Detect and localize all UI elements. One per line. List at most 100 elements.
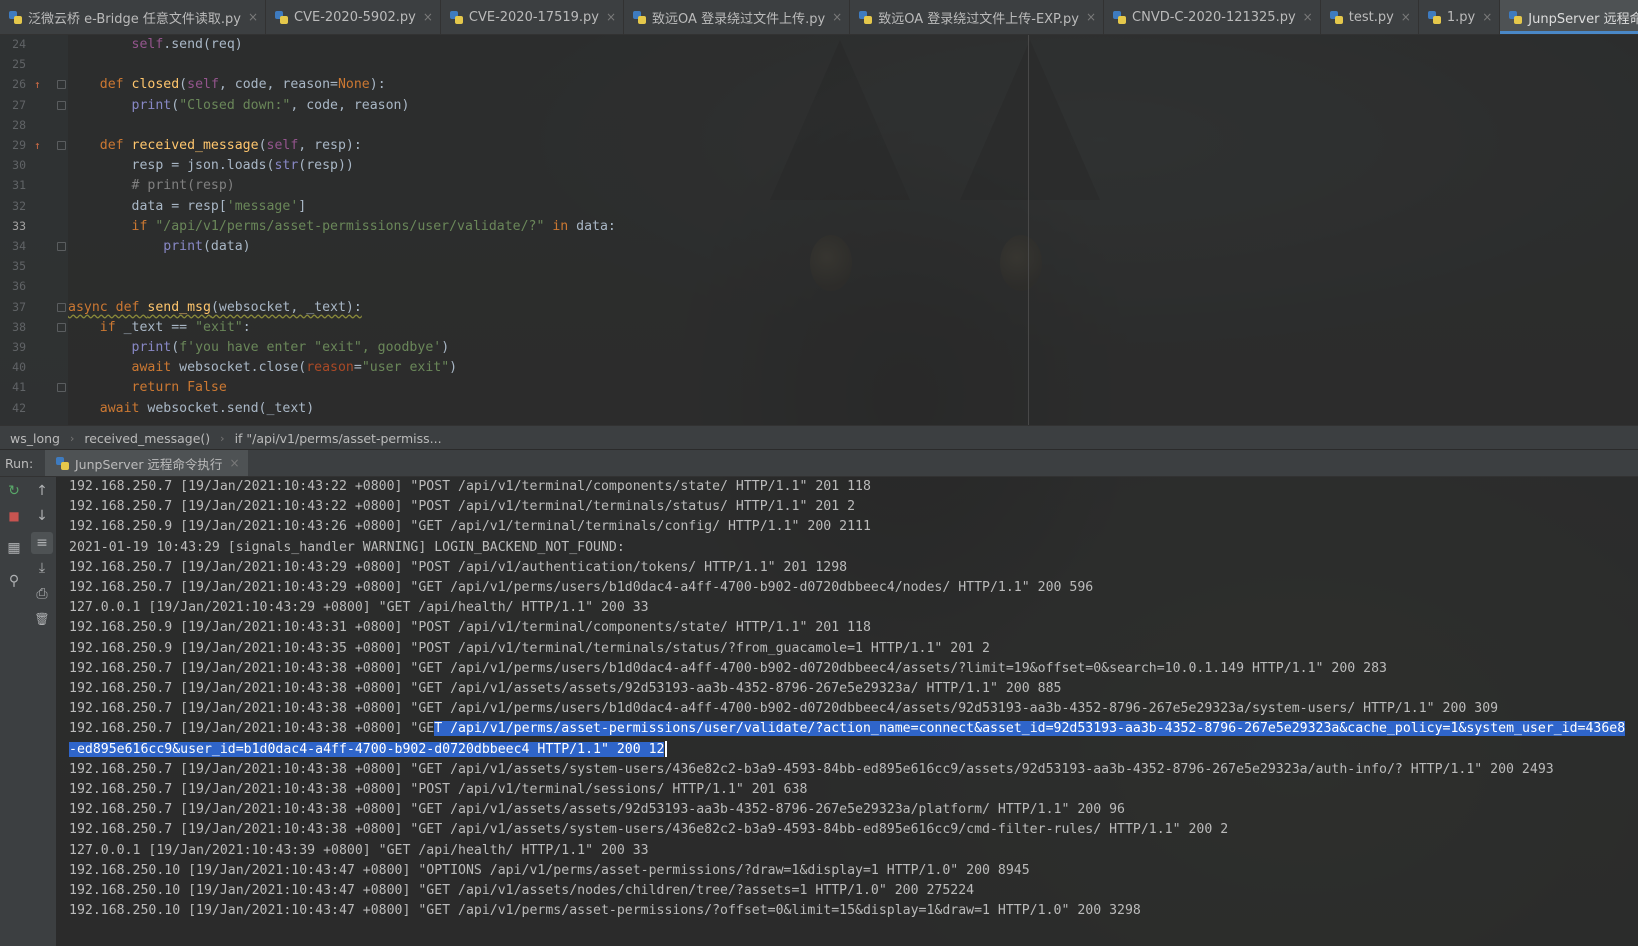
close-icon[interactable]: × xyxy=(832,10,842,24)
editor-tab[interactable]: CVE-2020-5902.py × xyxy=(266,0,441,34)
code-token: _text == xyxy=(123,319,196,335)
console-line: 192.168.250.7 [19/Jan/2021:10:43:29 +080… xyxy=(69,580,1094,595)
console-selection: -ed895e616cc9&user_id=b1d0dac4-a4ff-4700… xyxy=(69,741,665,757)
editor-tab-label: CVE-2020-17519.py xyxy=(468,9,599,25)
override-marker-icon[interactable]: ↑ xyxy=(34,135,44,156)
breadcrumb-item[interactable]: received_message() xyxy=(74,431,210,446)
editor-tab[interactable]: CNVD-C-2020-121325.py × xyxy=(1104,0,1321,34)
breadcrumb-item[interactable]: ws_long xyxy=(0,431,60,446)
line-number: 34 xyxy=(12,239,26,253)
close-icon[interactable]: × xyxy=(1482,10,1492,24)
editor-tab[interactable]: JunpServer 远程命令执行.py× xyxy=(1500,0,1638,34)
code-text: self.send(req) xyxy=(68,34,243,55)
code-line: 30 resp = json.loads(str(resp)) xyxy=(0,155,1600,176)
code-line: 26 ↑ def closed(self, code, reason=None): xyxy=(0,74,1600,95)
code-token: ( xyxy=(171,97,180,113)
code-token: data = resp[ xyxy=(68,198,227,214)
close-icon[interactable]: × xyxy=(229,456,239,470)
line-number: 30 xyxy=(12,158,26,173)
fold-marker-icon[interactable] xyxy=(57,141,66,150)
line-number: 36 xyxy=(12,279,26,294)
scroll-up-icon[interactable]: ↑ xyxy=(31,480,53,502)
code-text: if _text == "exit": xyxy=(68,317,251,338)
breadcrumb-item[interactable]: if "/api/v1/perms/asset-permiss... xyxy=(225,431,442,446)
editor-tab[interactable]: test.py × xyxy=(1321,0,1419,34)
code-token: if xyxy=(99,319,124,335)
trash-icon[interactable]: 🗑 xyxy=(31,608,53,630)
code-token: resp = json.loads( xyxy=(68,158,275,174)
scroll-to-end-icon[interactable]: ⤓ xyxy=(31,557,53,579)
editor-tab[interactable]: 1.py × xyxy=(1419,0,1501,34)
stop-icon[interactable]: ■ xyxy=(3,505,25,527)
code-editor[interactable]: 24 self.send(req) 25 26 ↑ def closed(self, … xyxy=(0,34,1638,425)
line-number: 27 xyxy=(12,97,26,112)
fold-marker-icon[interactable] xyxy=(57,383,66,393)
line-number: 39 xyxy=(12,340,26,354)
run-console[interactable]: ↻ ■ ▦ ⚲ ↑ ↓ ≡ ⤓ ⎙ 🗑 192.168.250.7 [19/Ja… xyxy=(0,475,1638,946)
code-line: 29 ↑ def received_message(self, resp): xyxy=(0,135,1600,156)
code-token: ( xyxy=(258,138,267,153)
breadcrumb: ws_long › received_message() › if "/api/v1/p… xyxy=(0,425,1638,450)
code-token: (data) xyxy=(202,239,251,254)
code-token: return False xyxy=(131,380,227,396)
code-text: if "/api/v1/perms/asset-permissions/user… xyxy=(68,216,616,237)
editor-tab[interactable]: 致远OA 登录绕过文件上传-EXP.py × xyxy=(850,0,1105,34)
console-selection: T /api/v1/perms/asset-permissions/user/v… xyxy=(434,721,1626,737)
close-icon[interactable]: × xyxy=(1086,10,1096,24)
fold-marker-icon[interactable] xyxy=(57,302,66,312)
editor-tab-label: CNVD-C-2020-121325.py xyxy=(1132,9,1296,25)
breadcrumb-separator: › xyxy=(220,431,225,445)
close-icon[interactable]: × xyxy=(1401,10,1411,24)
close-icon[interactable]: × xyxy=(606,10,616,24)
editor-tab[interactable]: 泛微云桥 e-Bridge 任意文件读取.py × xyxy=(0,0,267,34)
code-token: "/api/v1/perms/asset-permissions/user/va… xyxy=(155,218,545,234)
line-number: 25 xyxy=(12,57,26,72)
editor-tab[interactable]: CVE-2020-17519.py × xyxy=(441,0,625,34)
code-text: resp = json.loads(str(resp)) xyxy=(68,155,354,176)
code-token: , code, reason= xyxy=(218,77,338,93)
soft-wrap-icon[interactable]: ≡ xyxy=(31,532,53,554)
fold-marker-icon[interactable] xyxy=(57,242,66,251)
console-line: 127.0.0.1 [19/Jan/2021:10:43:39 +0800] "… xyxy=(69,842,649,858)
console-text: 192.168.250.7 [19/Jan/2021:10:43:38 +080… xyxy=(69,721,435,737)
fold-marker-icon[interactable] xyxy=(57,80,66,90)
python-file-icon xyxy=(55,456,70,471)
code-token: , code, reason) xyxy=(290,97,410,113)
code-token: if xyxy=(131,218,156,234)
fold-marker-icon[interactable] xyxy=(57,100,66,110)
code-token: ) xyxy=(441,340,450,355)
print-icon[interactable]: ⎙ xyxy=(31,583,53,605)
close-icon[interactable]: × xyxy=(423,10,433,24)
override-marker-icon[interactable]: ↑ xyxy=(34,74,44,95)
code-line: 27 print("Closed down:", code, reason) xyxy=(0,95,1600,116)
python-file-icon xyxy=(8,10,23,25)
code-token: # print(resp) xyxy=(131,178,235,194)
text-caret xyxy=(665,740,668,757)
code-token: reason xyxy=(306,360,354,376)
close-icon[interactable]: × xyxy=(1303,10,1313,24)
pin-icon[interactable]: ⚲ xyxy=(3,570,25,592)
code-line: 24 self.send(req) xyxy=(0,34,1600,55)
line-number: 33 xyxy=(12,218,26,233)
run-tab-junpserver[interactable]: JunpServer 远程命令执行 × xyxy=(45,450,248,476)
code-text: data = resp['message'] xyxy=(68,196,307,217)
console-line: 192.168.250.7 [19/Jan/2021:10:43:38 +080… xyxy=(69,681,1062,696)
code-text: print("Closed down:", code, reason) xyxy=(68,95,410,116)
python-file-icon xyxy=(274,10,289,25)
editor-tab[interactable]: 致远OA 登录绕过文件上传.py × xyxy=(624,0,851,34)
fold-marker-icon[interactable] xyxy=(57,322,66,332)
scroll-down-icon[interactable]: ↓ xyxy=(31,505,53,527)
code-line: 32 data = resp['message'] xyxy=(0,196,1600,217)
layout-icon[interactable]: ▦ xyxy=(3,537,25,559)
rerun-icon[interactable]: ↻ xyxy=(3,480,25,502)
code-token: , resp): xyxy=(298,138,362,153)
close-icon[interactable]: × xyxy=(248,10,258,24)
code-token: ): xyxy=(369,77,386,93)
line-number: 41 xyxy=(12,380,26,395)
line-number: 40 xyxy=(12,360,26,375)
